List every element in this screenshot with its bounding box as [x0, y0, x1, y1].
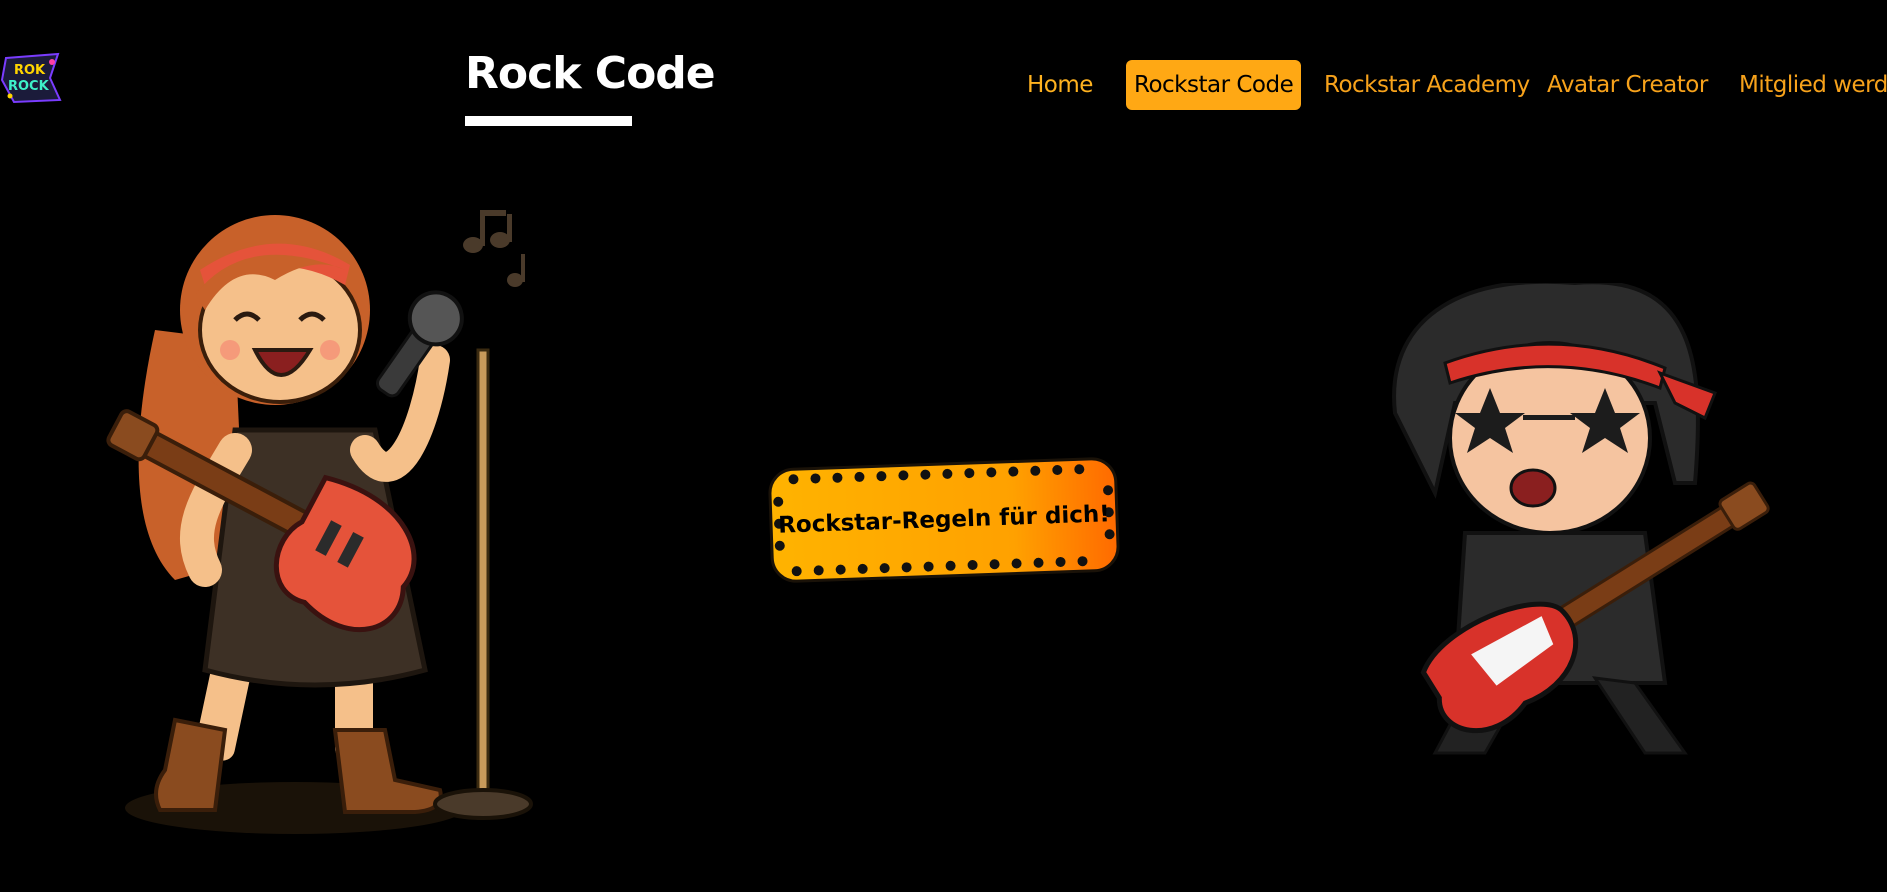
nav-home[interactable]: Home: [1027, 60, 1093, 110]
nav-avatar-creator[interactable]: Avatar Creator: [1547, 60, 1708, 110]
cta-label: Rockstar-Regeln für dich!: [777, 501, 1111, 539]
title-underline: [465, 116, 632, 126]
music-note-icon: [463, 210, 525, 287]
girl-rockstar-illustration: [106, 210, 533, 834]
main-nav: Home Rockstar Code Rockstar Academy Avat…: [0, 60, 1887, 110]
nav-rockstar-academy[interactable]: Rockstar Academy: [1324, 60, 1530, 110]
nav-mitglied-werden[interactable]: Mitglied werden: [1739, 60, 1887, 110]
boy-rockstar-illustration: [1392, 283, 1770, 755]
nav-rockstar-code[interactable]: Rockstar Code: [1126, 60, 1302, 110]
rockstar-rules-button[interactable]: Rockstar-Regeln für dich!: [763, 452, 1125, 588]
